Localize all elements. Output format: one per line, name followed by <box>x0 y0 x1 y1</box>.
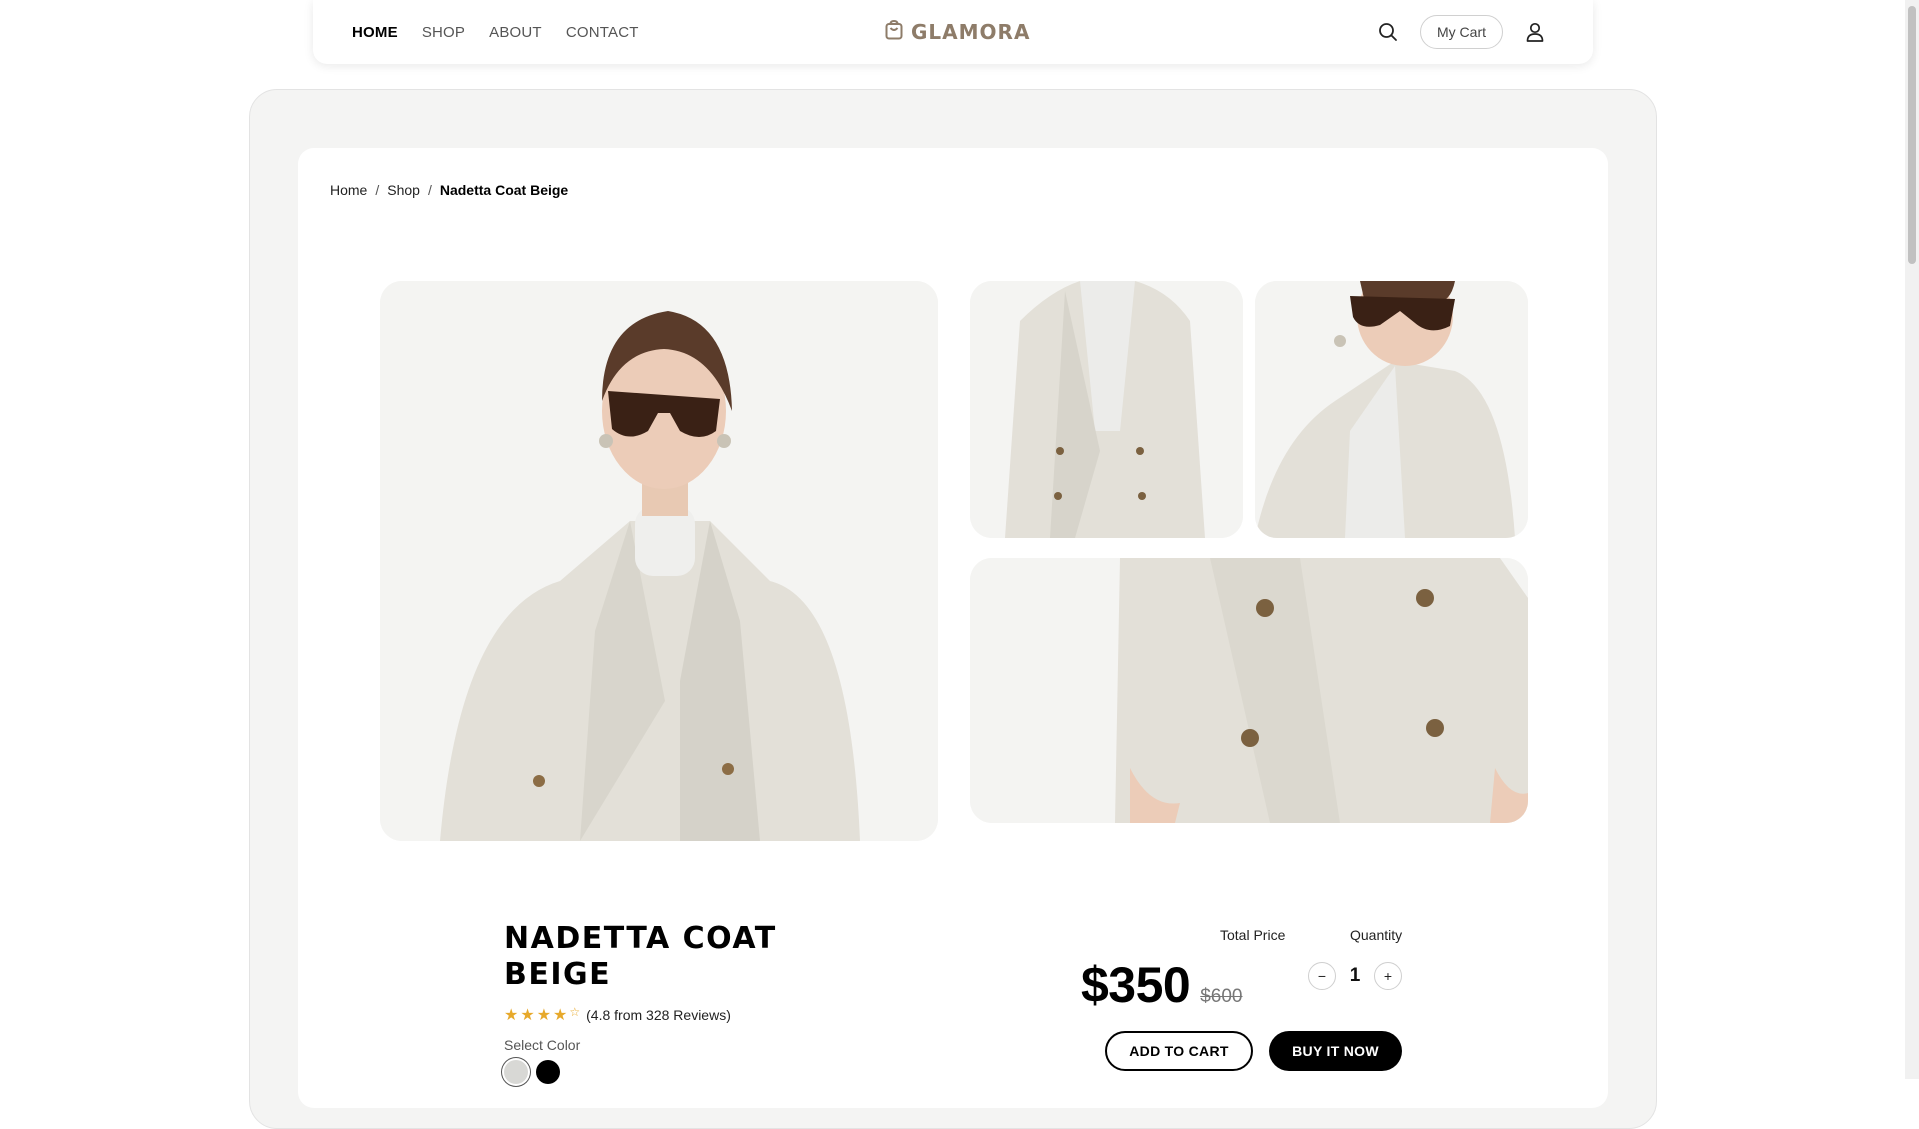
product-image-thumb-front[interactable] <box>970 281 1243 538</box>
color-swatch-beige[interactable] <box>504 1060 528 1084</box>
price-block: $350 $600 <box>1081 956 1243 1014</box>
current-price: $350 <box>1081 957 1191 1013</box>
product-image-thumb-side[interactable] <box>1255 281 1528 538</box>
breadcrumb-separator: / <box>375 182 380 198</box>
brand-name: GLAMORA <box>911 20 1031 44</box>
original-price: $600 <box>1200 986 1243 1007</box>
shopping-bag-icon <box>885 19 903 45</box>
select-color-label: Select Color <box>504 1037 581 1053</box>
rating-stars: ★ ★ ★ ★ ☆ <box>504 1005 580 1025</box>
quantity-stepper: − 1 + <box>1308 962 1402 990</box>
brand-logo[interactable]: GLAMORA <box>885 0 1030 64</box>
nav-actions: My Cart <box>1374 0 1549 64</box>
nav-link-shop[interactable]: SHOP <box>422 24 465 41</box>
nav-links: HOME SHOP ABOUT CONTACT <box>352 0 639 64</box>
rating-text: (4.8 from 328 Reviews) <box>586 1007 731 1023</box>
star-icon: ★ <box>553 1007 568 1024</box>
price-labels: Total Price Quantity <box>1220 927 1402 943</box>
color-swatches <box>504 1060 560 1084</box>
nav-link-contact[interactable]: CONTACT <box>566 24 639 41</box>
color-swatch-black[interactable] <box>536 1060 560 1084</box>
top-navigation: HOME SHOP ABOUT CONTACT GLAMORA My Cart <box>313 0 1593 64</box>
product-image-main[interactable] <box>380 281 938 841</box>
product-image-detail[interactable] <box>970 558 1528 823</box>
scrollbar-thumb[interactable] <box>1908 6 1916 264</box>
star-icon: ★ <box>520 1007 535 1024</box>
breadcrumb-home[interactable]: Home <box>330 182 367 198</box>
add-to-cart-button[interactable]: ADD TO CART <box>1105 1031 1253 1071</box>
total-price-label: Total Price <box>1220 927 1286 943</box>
star-outline-icon: ☆ <box>569 1005 581 1019</box>
my-cart-button[interactable]: My Cart <box>1420 15 1503 49</box>
star-icon: ★ <box>504 1007 519 1024</box>
search-icon[interactable] <box>1374 18 1402 46</box>
page-scrollbar[interactable] <box>1905 0 1919 1079</box>
product-rating[interactable]: ★ ★ ★ ★ ☆ (4.8 from 328 Reviews) <box>504 1005 731 1025</box>
nav-link-about[interactable]: ABOUT <box>489 24 542 41</box>
nav-link-home[interactable]: HOME <box>352 24 398 41</box>
user-icon[interactable] <box>1521 18 1549 46</box>
breadcrumb: Home / Shop / Nadetta Coat Beige <box>330 182 568 198</box>
decrease-quantity-button[interactable]: − <box>1308 962 1336 990</box>
quantity-label: Quantity <box>1350 927 1403 943</box>
quantity-value: 1 <box>1349 965 1361 986</box>
increase-quantity-button[interactable]: + <box>1374 962 1402 990</box>
breadcrumb-current: Nadetta Coat Beige <box>439 182 569 198</box>
buy-now-button[interactable]: BUY IT NOW <box>1269 1031 1402 1071</box>
product-title: NADETTA COAT BEIGE <box>504 921 777 992</box>
breadcrumb-shop[interactable]: Shop <box>387 182 420 198</box>
star-icon: ★ <box>536 1007 552 1024</box>
product-card: Home / Shop / Nadetta Coat Beige NADETTA… <box>298 148 1608 1108</box>
breadcrumb-separator: / <box>427 182 432 198</box>
